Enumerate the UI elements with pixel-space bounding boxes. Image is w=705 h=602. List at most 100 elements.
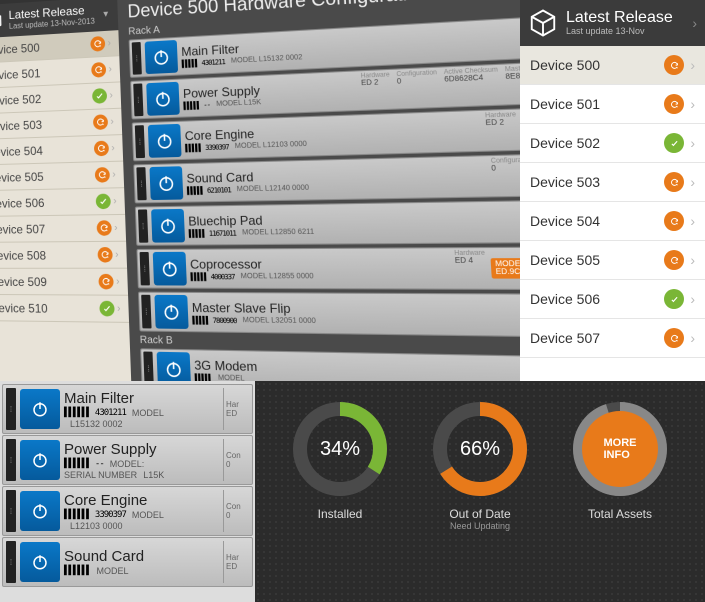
chevron-right-icon: › <box>690 57 695 73</box>
chevron-right-icon: › <box>690 330 695 346</box>
sidebar-item-device-509[interactable]: Device 509 › <box>0 269 128 296</box>
power-icon[interactable] <box>151 209 185 243</box>
latest-release-header-right[interactable]: Latest Release Last update 13-Nov › <box>520 0 705 46</box>
sidebar-item-label: Device 501 <box>530 96 664 112</box>
power-icon[interactable] <box>154 295 188 329</box>
power-icon[interactable] <box>145 40 178 74</box>
rack-row[interactable]: ⁞ Coprocessor ▌▌▌▌▌ 4000337MODEL L12855 … <box>136 246 520 290</box>
sidebar-item-device-505[interactable]: Device 505 › <box>520 241 705 280</box>
refresh-icon <box>93 141 108 157</box>
rack-row-info: Core Engine ▌▌▌▌▌ 3390397MODEL L12103 00… <box>184 113 482 157</box>
rack-row-info: Power Supply ▌▌▌▌▌▌ --MODEL: SERIAL NUMB… <box>64 439 219 481</box>
drag-handle-icon[interactable]: ⁞ <box>141 295 151 329</box>
sidebar-item-label: Device 506 <box>0 196 45 211</box>
rack-row[interactable]: ⁞ Main Filter ▌▌▌▌▌▌ 4301211MODEL L15132… <box>2 384 253 434</box>
sidebar-item-device-504[interactable]: Device 504 › <box>0 135 123 165</box>
drag-handle-icon[interactable]: ⁞ <box>6 388 16 430</box>
cube-icon <box>528 8 558 38</box>
rack-row-info: Bluechip Pad ▌▌▌▌▌ 11671011MODEL L12850 … <box>188 203 520 242</box>
donut-chart: 34% <box>290 399 390 499</box>
sidebar-item-device-505[interactable]: Device 505 › <box>0 162 124 192</box>
sidebar-item-label: Device 507 <box>530 330 664 346</box>
ring-sublabel: Need Updating <box>450 521 510 531</box>
sidebar-item-device-506[interactable]: Device 506 › <box>0 188 125 217</box>
sidebar-item-device-502[interactable]: Device 502 › <box>520 124 705 163</box>
rack-row[interactable]: ⁞ 3G Modem ▌▌▌▌▌ MODEL Hardware4 ⁞ <box>140 348 520 381</box>
chevron-right-icon: › <box>690 252 695 268</box>
left-sidebar: Latest Release Last update 13-Nov-2013 ▾… <box>0 0 132 381</box>
refresh-icon <box>664 172 684 192</box>
release-title-right: Latest Release <box>566 10 673 27</box>
sidebar-item-label: Device 503 <box>0 118 42 134</box>
dashboard-panel: 34% Installed 66% Out of Date Need Updat… <box>255 381 705 602</box>
power-icon[interactable] <box>149 166 183 200</box>
sidebar-item-device-508[interactable]: Device 508 › <box>0 242 127 269</box>
refresh-icon <box>90 36 105 52</box>
sidebar-item-label: Device 504 <box>0 143 43 159</box>
chevron-right-icon: › <box>108 64 112 75</box>
sidebar-item-device-500[interactable]: Device 500 › <box>520 46 705 85</box>
sidebar-item-device-506[interactable]: Device 506 › <box>520 280 705 319</box>
chevron-down-icon: ▾ <box>103 8 108 19</box>
drag-handle-icon[interactable]: ⁞ <box>6 439 16 481</box>
more-info-button[interactable]: MOREINFO <box>582 411 658 487</box>
power-icon[interactable] <box>148 124 182 158</box>
drag-handle-icon[interactable]: ⁞ <box>133 83 143 116</box>
rack-row-meta: HardwareED 4 <box>454 250 487 286</box>
power-icon[interactable] <box>146 82 180 116</box>
ring-percent: 34% <box>290 399 390 499</box>
power-icon[interactable] <box>20 440 60 480</box>
stat-ring-out-of-date: 66% Out of Date Need Updating <box>425 399 535 531</box>
refresh-icon <box>91 62 106 78</box>
tablet-screen: Mobile Devices ✕ EDIT OFF Latest Release… <box>0 0 520 381</box>
sidebar-item-label: Device 504 <box>530 213 664 229</box>
drag-handle-icon[interactable]: ⁞ <box>135 125 145 158</box>
sidebar-item-label: Device 503 <box>530 174 664 190</box>
drag-handle-icon[interactable]: ⁞ <box>140 252 150 285</box>
sidebar-item-device-504[interactable]: Device 504 › <box>520 202 705 241</box>
drag-handle-icon[interactable]: ⁞ <box>143 352 153 381</box>
rack-row[interactable]: ⁞ Bluechip Pad ▌▌▌▌▌ 11671011MODEL L1285… <box>135 199 520 246</box>
chevron-right-icon: › <box>114 222 118 233</box>
rack-row-info: Master Slave Flip ▌▌▌▌▌ 7800900MODEL L32… <box>191 295 520 334</box>
rack-row[interactable]: ⁞ Core Engine ▌▌▌▌▌▌ 3390397MODEL L12103… <box>2 486 253 536</box>
drag-handle-icon[interactable]: ⁞ <box>6 541 16 583</box>
sidebar-item-device-507[interactable]: Device 507 › <box>520 319 705 358</box>
rack-row[interactable]: ⁞ Sound Card ▌▌▌▌▌ 6210101MODEL L12140 0… <box>133 152 520 203</box>
rack-row[interactable]: ⁞ Master Slave Flip ▌▌▌▌▌ 7800900MODEL L… <box>138 292 520 338</box>
drag-handle-icon[interactable]: ⁞ <box>138 209 148 242</box>
chevron-right-icon: › <box>109 90 113 101</box>
refresh-icon <box>96 220 111 236</box>
drag-handle-icon[interactable]: ⁞ <box>6 490 16 532</box>
sidebar-item-label: Device 502 <box>0 92 41 108</box>
rack-row[interactable]: ⁞ Sound Card ▌▌▌▌▌▌ MODEL HarED <box>2 537 253 587</box>
drag-handle-icon[interactable]: ⁞ <box>136 167 146 200</box>
rack-row-info: Sound Card ▌▌▌▌▌ 6210101MODEL L12140 000… <box>186 158 488 199</box>
power-icon[interactable] <box>20 542 60 582</box>
sidebar-item-label: Device 506 <box>530 291 664 307</box>
power-icon[interactable] <box>20 389 60 429</box>
sidebar-item-label: Device 510 <box>0 301 48 316</box>
chevron-right-icon: › <box>115 249 119 260</box>
rack-row-info: Core Engine ▌▌▌▌▌▌ 3390397MODEL L12103 0… <box>64 490 219 532</box>
power-icon[interactable] <box>157 352 191 381</box>
donut-chart: 66% <box>430 399 530 499</box>
sidebar-item-device-510[interactable]: Device 510 › <box>0 295 129 323</box>
chevron-right-icon: › <box>116 276 120 287</box>
rack-row-meta: HarED <box>223 541 249 583</box>
chevron-right-icon: › <box>690 291 695 307</box>
sidebar-item-label: Device 508 <box>0 248 46 262</box>
power-icon[interactable] <box>153 252 187 286</box>
power-icon[interactable] <box>20 491 60 531</box>
rack-row[interactable]: ⁞ Power Supply ▌▌▌▌▌▌ --MODEL: SERIAL NU… <box>2 435 253 485</box>
ring-label: Installed <box>318 507 363 521</box>
sidebar-item-device-501[interactable]: Device 501 › <box>520 85 705 124</box>
refresh-icon <box>94 167 109 183</box>
check-icon <box>99 301 114 317</box>
stat-ring-installed: 34% Installed <box>285 399 395 531</box>
sidebar-item-device-507[interactable]: Device 507 › <box>0 215 126 243</box>
drag-handle-icon[interactable]: ⁞ <box>132 42 142 75</box>
sidebar-item-device-503[interactable]: Device 503 › <box>520 163 705 202</box>
donut-chart: MOREINFO <box>570 399 670 499</box>
check-icon <box>95 194 110 210</box>
